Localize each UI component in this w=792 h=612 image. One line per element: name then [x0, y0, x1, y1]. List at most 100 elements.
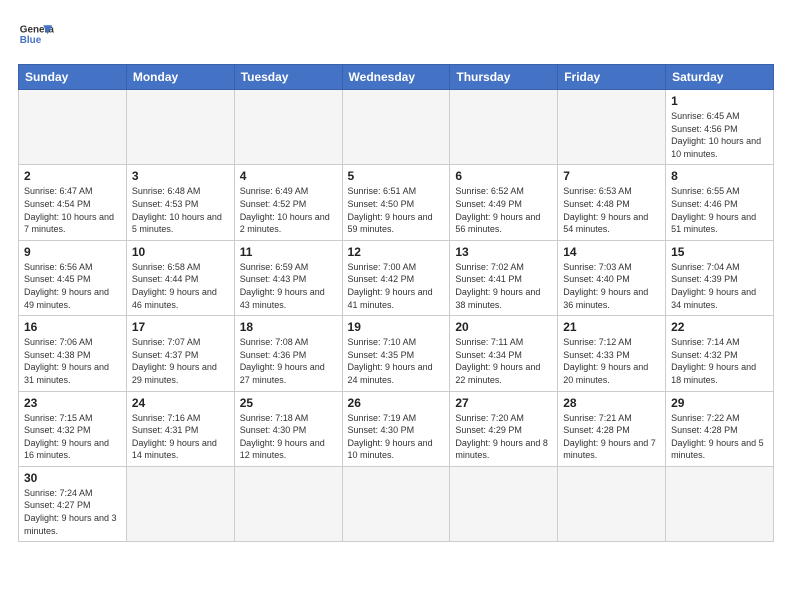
calendar-cell: 6Sunrise: 6:52 AM Sunset: 4:49 PM Daylig… [450, 165, 558, 240]
calendar-cell [558, 466, 666, 541]
day-number: 11 [240, 245, 337, 259]
day-info: Sunrise: 7:20 AM Sunset: 4:29 PM Dayligh… [455, 412, 552, 462]
calendar-cell: 22Sunrise: 7:14 AM Sunset: 4:32 PM Dayli… [666, 316, 774, 391]
day-number: 23 [24, 396, 121, 410]
calendar-cell: 26Sunrise: 7:19 AM Sunset: 4:30 PM Dayli… [342, 391, 450, 466]
day-number: 7 [563, 169, 660, 183]
calendar-cell [558, 90, 666, 165]
day-number: 9 [24, 245, 121, 259]
calendar-cell: 5 Sunrise: 6:51 AM Sunset: 4:50 PM Daylig… [342, 165, 450, 240]
calendar-cell: 28 Sunrise: 7:21 AM Sunset: 4:28 PM Dayli… [558, 391, 666, 466]
day-info: Sunrise: 7:06 AM Sunset: 4:38 PM Dayligh… [24, 336, 121, 386]
day-number: 3 [132, 169, 229, 183]
calendar-cell: 20 Sunrise: 7:11 AM Sunset: 4:34 PM Dayli… [450, 316, 558, 391]
calendar-cell [342, 466, 450, 541]
calendar-cell: 10 Sunrise: 6:58 AM Sunset: 4:44 PM Dayli… [126, 240, 234, 315]
calendar-week-row: 23 Sunrise: 7:15 AM Sunset: 4:32 PM Dayli… [19, 391, 774, 466]
day-number: 16 [24, 320, 121, 334]
calendar-cell [126, 466, 234, 541]
day-number: 5 [348, 169, 445, 183]
calendar-week-row: 1 Sunrise: 6:45 AM Sunset: 4:56 PM Daylig… [19, 90, 774, 165]
calendar-cell: 17 Sunrise: 7:07 AM Sunset: 4:37 PM Dayli… [126, 316, 234, 391]
day-info: Sunrise: 6:52 AM Sunset: 4:49 PM Dayligh… [455, 185, 552, 235]
day-number: 27 [455, 396, 552, 410]
calendar-cell [19, 90, 127, 165]
day-info: Sunrise: 7:14 AM Sunset: 4:32 PM Dayligh… [671, 336, 768, 386]
day-number: 19 [348, 320, 445, 334]
day-info: Sunrise: 7:04 AM Sunset: 4:39 PM Dayligh… [671, 261, 768, 311]
day-number: 29 [671, 396, 768, 410]
day-info: Sunrise: 6:53 AM Sunset: 4:48 PM Dayligh… [563, 185, 660, 235]
generalblue-logo-icon: General Blue [18, 18, 54, 54]
day-info: Sunrise: 6:55 AM Sunset: 4:46 PM Dayligh… [671, 185, 768, 235]
day-info: Sunrise: 6:51 AM Sunset: 4:50 PM Dayligh… [348, 185, 445, 235]
day-info: Sunrise: 7:16 AM Sunset: 4:31 PM Dayligh… [132, 412, 229, 462]
calendar-week-row: 9 Sunrise: 6:56 AM Sunset: 4:45 PM Daylig… [19, 240, 774, 315]
day-number: 14 [563, 245, 660, 259]
calendar-cell: 27 Sunrise: 7:20 AM Sunset: 4:29 PM Dayli… [450, 391, 558, 466]
page: General Blue SundayMondayTuesdayWednesda… [0, 0, 792, 612]
day-number: 17 [132, 320, 229, 334]
calendar-cell: 18 Sunrise: 7:08 AM Sunset: 4:36 PM Dayli… [234, 316, 342, 391]
calendar-cell [234, 466, 342, 541]
day-info: Sunrise: 7:15 AM Sunset: 4:32 PM Dayligh… [24, 412, 121, 462]
header: General Blue [18, 18, 774, 54]
day-info: Sunrise: 7:22 AM Sunset: 4:28 PM Dayligh… [671, 412, 768, 462]
day-info: Sunrise: 6:59 AM Sunset: 4:43 PM Dayligh… [240, 261, 337, 311]
calendar-body: 1 Sunrise: 6:45 AM Sunset: 4:56 PM Daylig… [19, 90, 774, 542]
calendar-cell: 9 Sunrise: 6:56 AM Sunset: 4:45 PM Daylig… [19, 240, 127, 315]
weekday-header-monday: Monday [126, 65, 234, 90]
day-info: Sunrise: 6:45 AM Sunset: 4:56 PM Dayligh… [671, 110, 768, 160]
day-info: Sunrise: 6:56 AM Sunset: 4:45 PM Dayligh… [24, 261, 121, 311]
calendar-cell: 1 Sunrise: 6:45 AM Sunset: 4:56 PM Daylig… [666, 90, 774, 165]
calendar-cell: 11 Sunrise: 6:59 AM Sunset: 4:43 PM Dayli… [234, 240, 342, 315]
day-number: 15 [671, 245, 768, 259]
weekday-header-row: SundayMondayTuesdayWednesdayThursdayFrid… [19, 65, 774, 90]
day-number: 10 [132, 245, 229, 259]
calendar-cell [342, 90, 450, 165]
calendar-cell: 30 Sunrise: 7:24 AM Sunset: 4:27 PM Dayli… [19, 466, 127, 541]
calendar-cell: 15 Sunrise: 7:04 AM Sunset: 4:39 PM Dayli… [666, 240, 774, 315]
calendar-cell: 7 Sunrise: 6:53 AM Sunset: 4:48 PM Daylig… [558, 165, 666, 240]
calendar-cell: 23 Sunrise: 7:15 AM Sunset: 4:32 PM Dayli… [19, 391, 127, 466]
calendar-cell [126, 90, 234, 165]
calendar-cell: 21Sunrise: 7:12 AM Sunset: 4:33 PM Dayli… [558, 316, 666, 391]
day-number: 30 [24, 471, 121, 485]
day-number: 20 [455, 320, 552, 334]
weekday-header-friday: Friday [558, 65, 666, 90]
day-number: 13 [455, 245, 552, 259]
calendar-table: SundayMondayTuesdayWednesdayThursdayFrid… [18, 64, 774, 542]
svg-text:Blue: Blue [20, 35, 42, 46]
calendar-cell: 3Sunrise: 6:48 AM Sunset: 4:53 PM Daylig… [126, 165, 234, 240]
calendar-cell [666, 466, 774, 541]
day-number: 18 [240, 320, 337, 334]
day-info: Sunrise: 7:18 AM Sunset: 4:30 PM Dayligh… [240, 412, 337, 462]
calendar-cell [450, 90, 558, 165]
day-info: Sunrise: 7:24 AM Sunset: 4:27 PM Dayligh… [24, 487, 121, 537]
day-info: Sunrise: 7:19 AM Sunset: 4:30 PM Dayligh… [348, 412, 445, 462]
calendar-cell: 4Sunrise: 6:49 AM Sunset: 4:52 PM Daylig… [234, 165, 342, 240]
day-info: Sunrise: 7:21 AM Sunset: 4:28 PM Dayligh… [563, 412, 660, 462]
day-info: Sunrise: 7:08 AM Sunset: 4:36 PM Dayligh… [240, 336, 337, 386]
day-number: 28 [563, 396, 660, 410]
calendar-cell [450, 466, 558, 541]
day-number: 1 [671, 94, 768, 108]
weekday-header-sunday: Sunday [19, 65, 127, 90]
calendar-cell: 25Sunrise: 7:18 AM Sunset: 4:30 PM Dayli… [234, 391, 342, 466]
day-info: Sunrise: 7:03 AM Sunset: 4:40 PM Dayligh… [563, 261, 660, 311]
day-number: 2 [24, 169, 121, 183]
calendar-cell: 8Sunrise: 6:55 AM Sunset: 4:46 PM Daylig… [666, 165, 774, 240]
calendar-cell: 29 Sunrise: 7:22 AM Sunset: 4:28 PM Dayli… [666, 391, 774, 466]
calendar-week-row: 2Sunrise: 6:47 AM Sunset: 4:54 PM Daylig… [19, 165, 774, 240]
day-info: Sunrise: 7:02 AM Sunset: 4:41 PM Dayligh… [455, 261, 552, 311]
calendar-cell: 13 Sunrise: 7:02 AM Sunset: 4:41 PM Dayli… [450, 240, 558, 315]
day-info: Sunrise: 7:00 AM Sunset: 4:42 PM Dayligh… [348, 261, 445, 311]
calendar-cell: 12Sunrise: 7:00 AM Sunset: 4:42 PM Dayli… [342, 240, 450, 315]
weekday-header-tuesday: Tuesday [234, 65, 342, 90]
day-number: 24 [132, 396, 229, 410]
day-number: 4 [240, 169, 337, 183]
day-info: Sunrise: 6:58 AM Sunset: 4:44 PM Dayligh… [132, 261, 229, 311]
day-info: Sunrise: 7:11 AM Sunset: 4:34 PM Dayligh… [455, 336, 552, 386]
calendar-cell: 14 Sunrise: 7:03 AM Sunset: 4:40 PM Dayli… [558, 240, 666, 315]
day-info: Sunrise: 7:07 AM Sunset: 4:37 PM Dayligh… [132, 336, 229, 386]
